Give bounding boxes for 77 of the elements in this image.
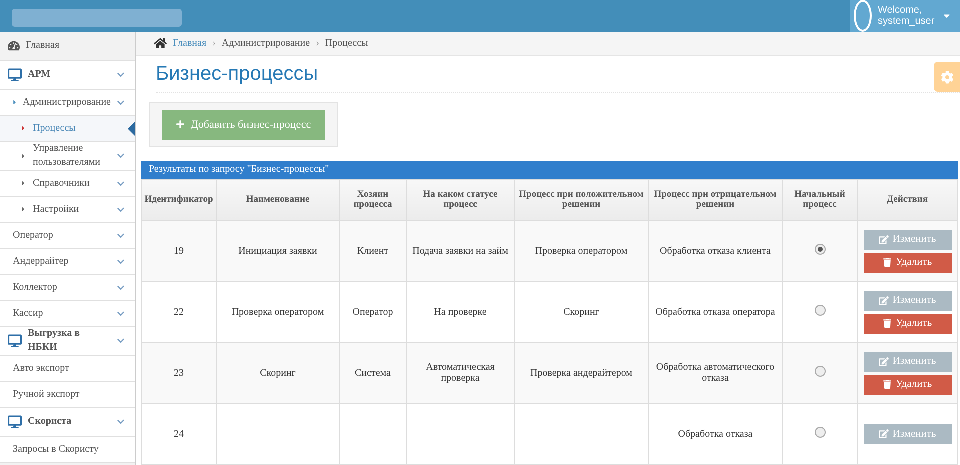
radio-button[interactable] xyxy=(814,366,826,377)
delete-button[interactable]: Удалить xyxy=(864,374,952,394)
table-caption: Результаты по запросу "Бизнес-процессы" xyxy=(141,160,958,179)
dashboard-icon xyxy=(8,40,20,52)
table-cell: Клиент xyxy=(340,220,406,282)
table-cell: 24 xyxy=(142,404,216,464)
sidebar-item[interactable]: Оператор xyxy=(0,223,135,249)
table-cell: Оператор xyxy=(340,282,406,342)
table-cell: 23 xyxy=(142,342,216,404)
column-header: Процесс при отрицательном решении xyxy=(648,180,782,220)
table-cell: Система xyxy=(340,342,406,404)
table-cell: Автоматическая проверка xyxy=(406,342,514,404)
edit-icon xyxy=(878,356,889,366)
plus-icon xyxy=(176,120,185,130)
column-header: Действия xyxy=(858,180,958,220)
sidebar-item[interactable]: Кассир xyxy=(0,301,135,327)
column-header: Наименование xyxy=(216,180,340,220)
settings-button[interactable] xyxy=(934,62,960,92)
sidebar-item[interactable]: Процессы xyxy=(0,116,135,142)
sidebar-item[interactable]: Андеррайтер xyxy=(0,249,135,275)
table-cell: Обработка отказа xyxy=(648,404,782,464)
sidebar-item[interactable]: АРМ xyxy=(0,61,135,90)
radio-button[interactable] xyxy=(814,427,826,438)
table-cell: Проверка оператором xyxy=(514,220,648,282)
trash-icon xyxy=(882,319,892,328)
sidebar-item[interactable]: Управление пользователями xyxy=(0,142,135,171)
table-cell: Проверка андерайтером xyxy=(514,342,648,404)
page-title: Бизнес-процессы xyxy=(156,62,318,86)
sidebar-item[interactable]: Скориста xyxy=(0,408,135,437)
table-cell: Обработка отказа оператора xyxy=(648,282,782,342)
breadcrumb-item: Администрирование xyxy=(222,38,310,50)
caret-icon xyxy=(20,125,27,132)
breadcrumb-separator: › xyxy=(212,38,216,50)
trash-icon xyxy=(882,258,892,267)
radio-button[interactable] xyxy=(814,305,826,316)
settings-icon xyxy=(940,70,954,84)
sidebar-item[interactable]: Ручной экспорт xyxy=(0,382,135,408)
delete-button[interactable]: Удалить xyxy=(864,252,952,272)
column-header: Хозяин процесса xyxy=(340,180,406,220)
delete-button[interactable]: Удалить xyxy=(864,314,952,334)
sidebar-item[interactable]: Запросы в Скористу xyxy=(0,437,135,463)
monitor-icon xyxy=(8,415,22,429)
sidebar-item[interactable]: Коллектор xyxy=(0,275,135,301)
column-header: Процесс при положительном решении xyxy=(514,180,648,220)
trash-icon xyxy=(882,380,892,389)
caret-icon xyxy=(20,180,27,187)
table-cell: Обработка отказа клиента xyxy=(648,220,782,282)
table-cell: Инициация заявки xyxy=(216,220,340,282)
sidebar-item[interactable]: Настройки xyxy=(0,197,135,223)
edit-icon xyxy=(878,234,889,244)
caret-icon xyxy=(20,206,27,213)
caret-icon xyxy=(20,152,27,160)
table-cell: Подача заявки на займ xyxy=(406,220,514,282)
monitor-icon xyxy=(8,68,22,82)
table-cell: Проверка оператором xyxy=(216,282,340,342)
table-cell xyxy=(340,404,406,464)
home-icon xyxy=(154,37,167,50)
monitor-icon xyxy=(8,334,22,348)
table-cell: 22 xyxy=(142,282,216,342)
edit-icon xyxy=(878,429,889,439)
caret-icon xyxy=(13,99,17,106)
table-cell: Скоринг xyxy=(216,342,340,404)
breadcrumb-separator: › xyxy=(316,38,320,50)
sidebar-item[interactable]: Авто экспорт xyxy=(0,356,135,382)
radio-button[interactable] xyxy=(814,244,826,255)
sidebar-item[interactable]: Справочники xyxy=(0,171,135,197)
column-header: Начальный процесс xyxy=(782,180,858,220)
column-header: Идентификатор xyxy=(142,180,216,220)
table-cell: 19 xyxy=(142,220,216,282)
sidebar-item[interactable]: Выгрузка в НБКИ xyxy=(0,327,135,356)
column-header: На каком статусе процесс xyxy=(406,180,514,220)
edit-icon xyxy=(878,296,889,306)
table-cell: На проверке xyxy=(406,282,514,342)
table-cell: Скоринг xyxy=(514,282,648,342)
breadcrumb-item: Процессы xyxy=(325,38,368,50)
sidebar-item[interactable]: Администрирование xyxy=(0,90,135,116)
table-cell: Обработка автоматического отказа xyxy=(648,342,782,404)
